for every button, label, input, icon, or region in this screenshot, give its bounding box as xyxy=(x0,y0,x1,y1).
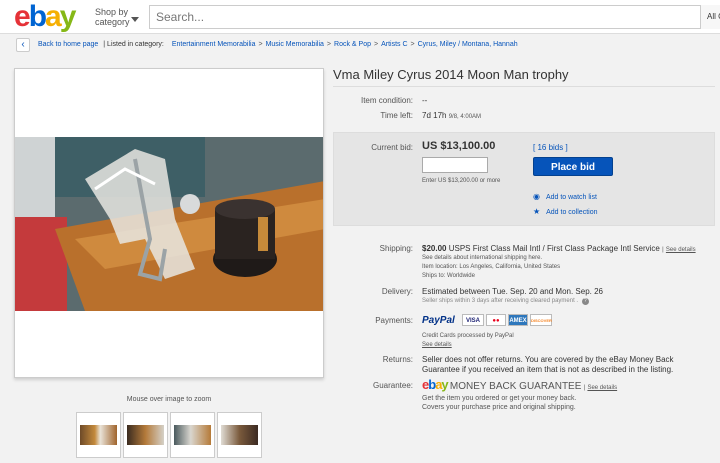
money-back-guarantee: ebay MONEY BACK GUARANTEE | See details xyxy=(422,377,618,392)
divider xyxy=(333,86,715,87)
breadcrumb: Back to home page | Listed in category: … xyxy=(38,41,518,48)
returns-label: Returns: xyxy=(382,355,413,364)
thumbnail[interactable] xyxy=(170,412,215,458)
time-left-end: 9/8, 4:00AM xyxy=(448,114,482,120)
back-arrow-icon[interactable]: ‹ xyxy=(16,38,30,52)
help-icon[interactable]: ? xyxy=(581,298,589,305)
thumbnail[interactable] xyxy=(76,412,121,458)
paypal-text: PayPal xyxy=(422,315,455,326)
item-condition-label: Item condition: xyxy=(360,96,413,105)
listed-in-label: | Listed in category: xyxy=(103,41,164,48)
delivery-note-text: Seller ships within 3 days after receivi… xyxy=(422,298,579,304)
breadcrumb-item[interactable]: Music Memorabilia xyxy=(266,41,324,48)
item-location: Item location: Los Angeles, California, … xyxy=(422,264,561,270)
chevron-down-icon[interactable] xyxy=(131,17,139,22)
item-condition-value: -- xyxy=(422,96,428,105)
thumbnail[interactable] xyxy=(217,412,262,458)
guarantee-line-2: Covers your purchase price and original … xyxy=(422,404,576,411)
main-image-panel[interactable] xyxy=(14,68,324,378)
shop-by-category-button[interactable]: Shop by category xyxy=(95,7,130,27)
guarantee-see-details[interactable]: See details xyxy=(587,385,617,391)
ebay-small-logo: ebay xyxy=(422,377,449,392)
category-select[interactable]: All C xyxy=(700,5,720,29)
mastercard-icon: ●● xyxy=(486,314,506,326)
shipping-value: $20.00 USPS First Class Mail Intl / Firs… xyxy=(422,244,696,253)
time-left-duration: 7d 17h xyxy=(422,111,447,120)
star-icon: ★ xyxy=(533,207,541,216)
site-header: ebay Shop by category Search... All C xyxy=(0,0,720,34)
add-collection-label: Add to collection xyxy=(546,209,598,216)
payments-label: Payments: xyxy=(375,316,413,325)
logo-e: e xyxy=(14,0,31,33)
guarantee-label: Guarantee: xyxy=(372,381,413,390)
category-label: category xyxy=(95,17,130,27)
card-logos: VISA ●● AMEX DISCOVER xyxy=(462,314,554,326)
shop-by-label: Shop by xyxy=(95,7,129,17)
breadcrumb-item[interactable]: Entertainment Memorabilia xyxy=(166,41,256,48)
watch-list-link[interactable]: ◉ Add to watch list xyxy=(533,192,597,201)
breadcrumb-item[interactable]: Rock & Pop xyxy=(334,41,371,48)
guarantee-line-1: Get the item you ordered or get your mon… xyxy=(422,395,577,402)
ships-to: Ships to: Worldwide xyxy=(422,273,475,279)
zoom-hint: Mouse over image to zoom xyxy=(126,396,212,403)
current-bid-label: Current bid: xyxy=(371,143,413,152)
trophy-photo xyxy=(15,137,323,311)
add-collection-link[interactable]: ★ Add to collection xyxy=(533,207,598,216)
mbg-title: MONEY BACK GUARANTEE xyxy=(449,381,582,392)
current-bid-value: US $13,100.00 xyxy=(422,140,496,152)
delivery-label: Delivery: xyxy=(381,287,413,296)
shipping-see-details[interactable]: See details xyxy=(666,247,696,253)
item-title: Vma Miley Cyrus 2014 Moon Man trophy xyxy=(333,67,569,82)
logo-b: b xyxy=(28,0,47,33)
watch-list-label: Add to watch list xyxy=(545,194,597,201)
bid-amount-input[interactable] xyxy=(422,157,488,173)
back-to-home-link[interactable]: Back to home page xyxy=(38,41,98,48)
thumbnail-strip xyxy=(76,412,262,458)
discover-icon: DISCOVER xyxy=(530,314,552,326)
shipping-label: Shipping: xyxy=(379,244,413,253)
credit-card-note: Credit Cards processed by PayPal xyxy=(422,333,514,339)
shipping-price: $20.00 xyxy=(422,244,447,253)
eye-icon: ◉ xyxy=(533,192,540,201)
ebay-logo[interactable]: ebay xyxy=(14,0,77,34)
thumbnail[interactable] xyxy=(123,412,168,458)
search-input[interactable]: Search... xyxy=(149,5,705,29)
time-left-value: 7d 17h 9/8, 4:00AM xyxy=(422,111,481,120)
shipping-details-note: See details about international shipping… xyxy=(422,255,543,261)
payments-see-details[interactable]: See details xyxy=(422,342,452,348)
breadcrumb-item[interactable]: Cyrus, Miley / Montana, Hannah xyxy=(418,41,518,48)
visa-icon: VISA xyxy=(462,314,484,326)
paypal-logo: PayPal xyxy=(422,315,455,326)
breadcrumb-item[interactable]: Artists C xyxy=(381,41,407,48)
delivery-estimate: Estimated between Tue. Sep. 20 and Mon. … xyxy=(422,287,604,296)
time-left-label: Time left: xyxy=(380,111,413,120)
amex-icon: AMEX xyxy=(508,314,528,326)
delivery-note: Seller ships within 3 days after receivi… xyxy=(422,298,589,305)
place-bid-button[interactable]: Place bid xyxy=(533,157,613,176)
shipping-service: USPS First Class Mail Intl / First Class… xyxy=(448,244,660,253)
returns-text-2: Guarantee if you received an item that i… xyxy=(422,365,674,374)
bids-count-link[interactable]: [ 16 bids ] xyxy=(533,143,568,152)
bid-hint: Enter US $13,200.00 or more xyxy=(422,178,501,184)
logo-y: y xyxy=(59,0,77,33)
logo-a: a xyxy=(45,0,62,33)
returns-text-1: Seller does not offer returns. You are c… xyxy=(422,355,674,364)
